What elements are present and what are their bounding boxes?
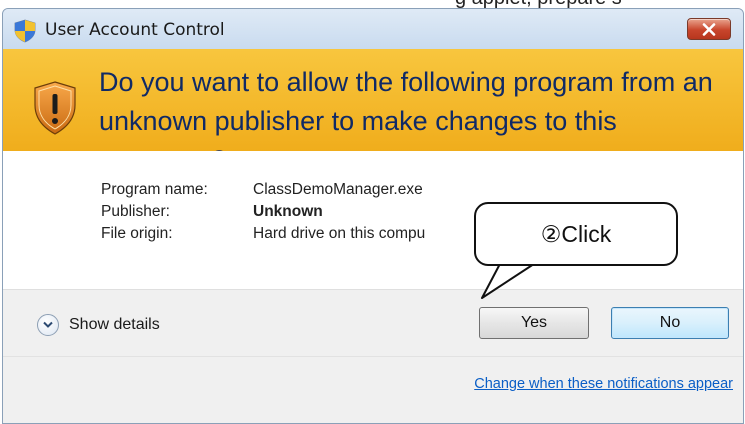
program-name-label: Program name: bbox=[101, 181, 208, 198]
publisher-label: Publisher: bbox=[101, 203, 170, 220]
chevron-down-icon bbox=[37, 314, 59, 336]
banner-line-1: Do you want to allow the following progr… bbox=[99, 67, 713, 97]
title-bar: User Account Control bbox=[3, 9, 743, 49]
show-details-toggle[interactable]: Show details bbox=[37, 314, 160, 336]
show-details-label: Show details bbox=[69, 316, 160, 333]
click-callout: ②Click bbox=[474, 202, 678, 266]
program-name-value: ClassDemoManager.exe bbox=[253, 181, 423, 198]
warning-shield-icon bbox=[33, 81, 77, 135]
footer-divider bbox=[3, 356, 743, 357]
publisher-row: Publisher: Unknown bbox=[101, 203, 323, 221]
warning-banner: Do you want to allow the following progr… bbox=[3, 49, 743, 175]
program-name-row: Program name: ClassDemoManager.exe bbox=[101, 181, 423, 199]
notifications-settings-link[interactable]: Change when these notifications appear bbox=[474, 376, 733, 392]
file-origin-value: Hard drive on this compu bbox=[253, 225, 426, 242]
no-button[interactable]: No bbox=[611, 307, 729, 339]
file-origin-label: File origin: bbox=[101, 225, 173, 242]
publisher-value: Unknown bbox=[253, 203, 323, 220]
file-origin-row: File origin: Hard drive on this compu bbox=[101, 225, 425, 243]
uac-shield-icon bbox=[13, 19, 37, 43]
close-button[interactable] bbox=[687, 18, 731, 40]
dialog-footer: Show details Yes No Change when these no… bbox=[3, 289, 743, 423]
window-title: User Account Control bbox=[45, 20, 225, 40]
yes-button[interactable]: Yes bbox=[479, 307, 589, 339]
close-x-icon bbox=[702, 22, 716, 36]
